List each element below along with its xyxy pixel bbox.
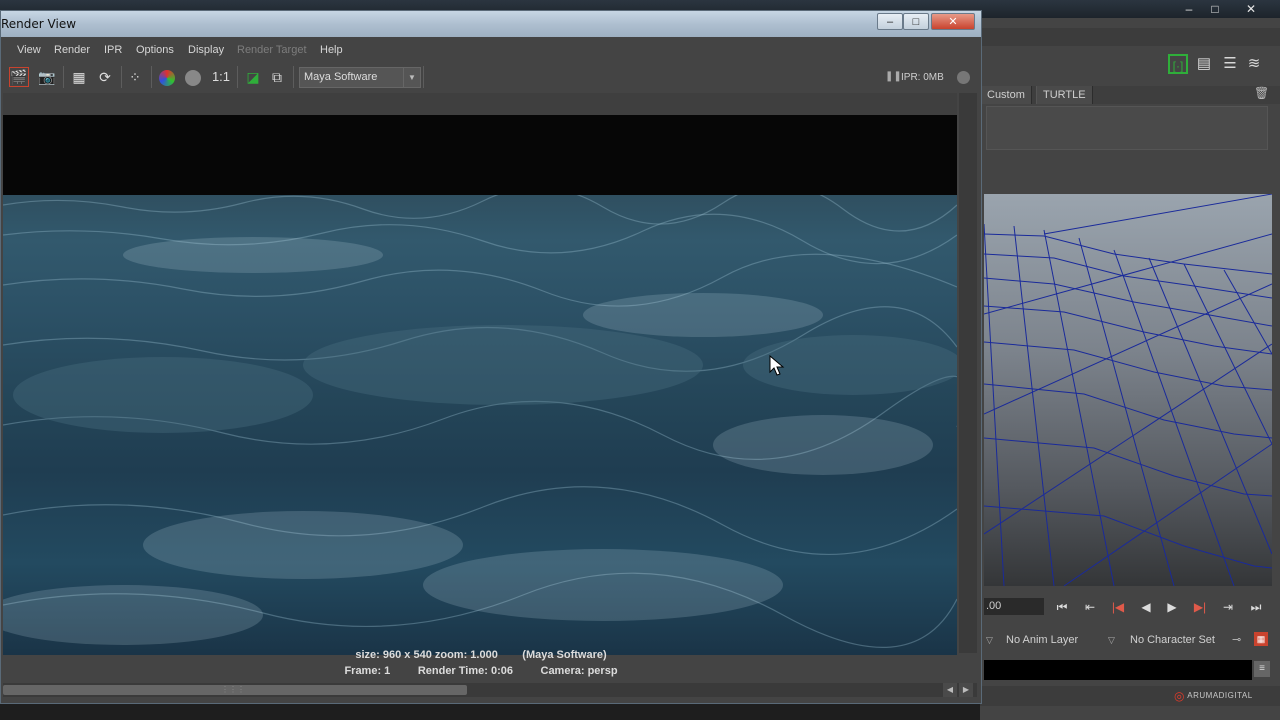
attribute-editor-icon[interactable]: ☰ bbox=[1220, 54, 1240, 74]
play-backward-icon[interactable]: ◀ bbox=[1134, 598, 1158, 616]
refresh-ipr-icon[interactable]: ⟳ bbox=[95, 67, 115, 87]
snapshot-icon[interactable]: 📷 bbox=[37, 67, 57, 87]
character-set-dropdown[interactable]: No Character Set bbox=[1130, 631, 1215, 649]
logo-mark-icon: ◎ bbox=[1174, 689, 1185, 703]
channel-box-icon[interactable]: ≋ bbox=[1244, 54, 1264, 74]
keep-image-icon[interactable]: ◪ bbox=[243, 67, 263, 87]
render-region-icon[interactable]: ▦ bbox=[69, 67, 89, 87]
toolbar-separator bbox=[237, 66, 238, 88]
toolbar-separator bbox=[121, 66, 122, 88]
mouse-pointer-icon bbox=[769, 354, 787, 380]
ocean-render bbox=[3, 195, 957, 655]
render-sequence-icon[interactable]: ⁘ bbox=[125, 67, 145, 87]
rgb-channels-icon[interactable] bbox=[157, 67, 177, 87]
anim-layer-dropdown[interactable]: No Anim Layer bbox=[1006, 631, 1078, 649]
ocean-foam-pattern bbox=[3, 195, 957, 648]
menu-render-target: Render Target bbox=[237, 44, 307, 56]
watermark-logo: ◎ ARUMADIGITAL bbox=[1174, 689, 1253, 703]
render-status-line-1: size: 960 x 540 zoom: 1.000 (Maya Softwa… bbox=[1, 649, 961, 661]
horizontal-scrollbar[interactable]: ⋮⋮⋮ bbox=[3, 683, 977, 697]
perspective-viewport[interactable] bbox=[984, 194, 1272, 586]
render-view-maximize-button[interactable]: □ bbox=[903, 13, 929, 30]
logo-text: ARUMADIGITAL bbox=[1187, 691, 1253, 701]
render-view-close-button[interactable]: ✕ bbox=[931, 13, 975, 30]
render-view-window: Render View – □ ✕ View Render IPR Option… bbox=[0, 10, 982, 704]
renderer-dropdown-value: Maya Software bbox=[304, 71, 378, 83]
renderer-tag-label: (Maya Software) bbox=[522, 649, 607, 661]
trash-icon[interactable]: 🗑 bbox=[1254, 86, 1269, 102]
shelf-content-area bbox=[986, 106, 1268, 150]
step-back-key-icon[interactable]: ⇤ bbox=[1078, 598, 1102, 616]
script-editor-icon[interactable]: ≡ bbox=[1254, 661, 1270, 677]
scroll-right-icon[interactable]: ▶ bbox=[959, 683, 973, 697]
vertical-scrollbar[interactable] bbox=[959, 93, 977, 653]
camera-label: Camera: persp bbox=[540, 665, 618, 677]
render-view-title: Render View bbox=[1, 17, 77, 31]
snap-frame-icon[interactable]: [·] bbox=[1168, 54, 1188, 74]
auto-key-icon[interactable]: ▦ bbox=[1254, 632, 1268, 646]
scroll-grip-icon: ⋮⋮⋮ bbox=[221, 685, 245, 694]
menu-options[interactable]: Options bbox=[136, 44, 174, 56]
remove-image-icon[interactable]: ⧉ bbox=[267, 67, 287, 87]
dropdown-arrow-icon: ▼ bbox=[403, 68, 420, 87]
main-close-button[interactable]: ✕ bbox=[1234, 0, 1268, 18]
ipr-memory-label: IPR: 0MB bbox=[901, 72, 944, 83]
step-forward-frame-icon[interactable]: ▶| bbox=[1188, 598, 1212, 616]
render-view-toolbar: 🎬 📷 ▦ ⟳ ⁘ 1:1 ◪ ⧉ Maya Software ▼ ❚❚ IPR… bbox=[3, 63, 977, 91]
toolbar-separator bbox=[151, 66, 152, 88]
render-view-titlebar[interactable]: Render View – □ ✕ bbox=[1, 11, 981, 37]
menu-render[interactable]: Render bbox=[54, 44, 90, 56]
current-time-field[interactable]: .00 bbox=[984, 598, 1044, 615]
menu-ipr[interactable]: IPR bbox=[104, 44, 122, 56]
character-set-arrow-icon[interactable]: ▽ bbox=[1108, 631, 1115, 649]
toolbar-separator bbox=[293, 66, 294, 88]
render-settings-icon[interactable]: ▤ bbox=[1194, 54, 1214, 74]
step-forward-key-icon[interactable]: ⇥ bbox=[1216, 598, 1240, 616]
toolbar-separator bbox=[423, 66, 424, 88]
ipr-status-indicator bbox=[957, 71, 970, 84]
scroll-left-icon[interactable]: ◀ bbox=[943, 683, 957, 697]
status-line-icons: [·] ▤ ☰ ≋ bbox=[980, 46, 1280, 84]
render-view-minimize-button[interactable]: – bbox=[877, 13, 903, 30]
render-status-line-2: Frame: 1 Render Time: 0:06 Camera: persp bbox=[1, 665, 961, 677]
redo-render-icon[interactable]: 🎬 bbox=[9, 67, 29, 87]
render-time-label: Render Time: 0:06 bbox=[417, 665, 513, 677]
step-back-frame-icon[interactable]: |◀ bbox=[1106, 598, 1130, 616]
size-zoom-label: size: 960 x 540 zoom: 1.000 bbox=[355, 649, 498, 661]
go-to-start-icon[interactable]: ⏮ bbox=[1050, 598, 1074, 616]
renderer-dropdown[interactable]: Maya Software ▼ bbox=[299, 67, 421, 88]
shelf-strip bbox=[980, 28, 1280, 46]
main-maximize-button[interactable]: □ bbox=[1198, 0, 1232, 18]
command-line-input[interactable] bbox=[984, 660, 1252, 680]
shelf-tab-turtle[interactable]: TURTLE bbox=[1036, 86, 1093, 104]
real-size-button[interactable]: 1:1 bbox=[209, 67, 233, 87]
play-forward-icon[interactable]: ▶ bbox=[1160, 598, 1184, 616]
pause-icon[interactable]: ❚❚ bbox=[885, 71, 902, 82]
shelf-tab-custom[interactable]: Custom bbox=[980, 86, 1032, 104]
anim-layer-arrow-icon[interactable]: ▽ bbox=[986, 631, 993, 649]
render-view-menubar: View Render IPR Options Display Render T… bbox=[3, 41, 977, 61]
frame-label: Frame: 1 bbox=[344, 665, 391, 677]
render-image-area[interactable] bbox=[3, 93, 957, 655]
go-to-end-icon[interactable]: ⏭ bbox=[1244, 598, 1268, 616]
ocean-wireframe-mesh bbox=[984, 194, 1272, 586]
alpha-channel-icon[interactable] bbox=[183, 67, 203, 87]
menu-view[interactable]: View bbox=[17, 44, 41, 56]
shelf-tab-bar: Custom TURTLE 🗑 bbox=[980, 86, 1280, 104]
menu-help[interactable]: Help bbox=[320, 44, 343, 56]
menu-display[interactable]: Display bbox=[188, 44, 224, 56]
rendered-image bbox=[3, 115, 957, 655]
toolbar-separator bbox=[63, 66, 64, 88]
key-icon[interactable]: ⊸ bbox=[1232, 631, 1241, 649]
